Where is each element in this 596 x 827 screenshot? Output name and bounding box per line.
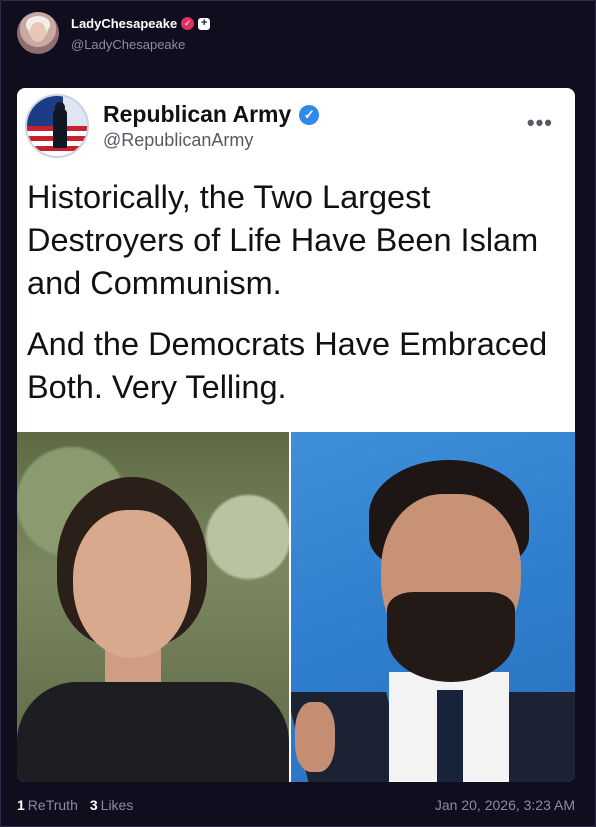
embedded-handle: @RepublicanArmy <box>103 130 254 150</box>
embedded-display-name: Republican Army <box>103 101 292 127</box>
author-handle[interactable]: @LadyChesapeake <box>71 37 210 52</box>
post-media-image[interactable]: Republican Army ✓ @RepublicanArmy ••• Hi… <box>17 88 575 782</box>
likes-count: 3 <box>89 797 98 813</box>
embedded-text-paragraph: And the Democrats Have Embraced Both. Ve… <box>27 326 548 405</box>
verified-badge-icon: ✓ <box>181 17 195 30</box>
post-timestamp[interactable]: Jan 20, 2026, 3:23 AM <box>435 797 575 813</box>
post-footer: 1 ReTruth 3 Likes Jan 20, 2026, 3:23 AM <box>17 795 575 815</box>
embedded-post-header: Republican Army ✓ @RepublicanArmy <box>25 94 320 158</box>
portrait-photo-left <box>17 432 289 782</box>
portrait-photo-right <box>291 432 575 782</box>
retruths-stat[interactable]: 1 ReTruth <box>17 797 78 813</box>
retruths-label: ReTruth <box>27 797 78 813</box>
photo-collage <box>17 432 575 782</box>
republican-army-logo <box>25 94 89 158</box>
more-options-icon: ••• <box>526 110 553 135</box>
likes-label: Likes <box>100 797 134 813</box>
post-author[interactable]: LadyChesapeake ✓ + @LadyChesapeake <box>17 11 211 55</box>
plus-icon: + <box>198 17 211 30</box>
verified-check-icon: ✓ <box>299 104 320 125</box>
avatar[interactable] <box>17 12 59 54</box>
author-display-name[interactable]: LadyChesapeake <box>71 16 177 31</box>
retruths-count: 1 <box>17 797 25 813</box>
likes-stat[interactable]: 3 Likes <box>90 797 133 813</box>
embedded-text-paragraph: Historically, the Two Largest Destroyers… <box>27 179 539 301</box>
embedded-post-text: Historically, the Two Largest Destroyers… <box>27 176 567 409</box>
